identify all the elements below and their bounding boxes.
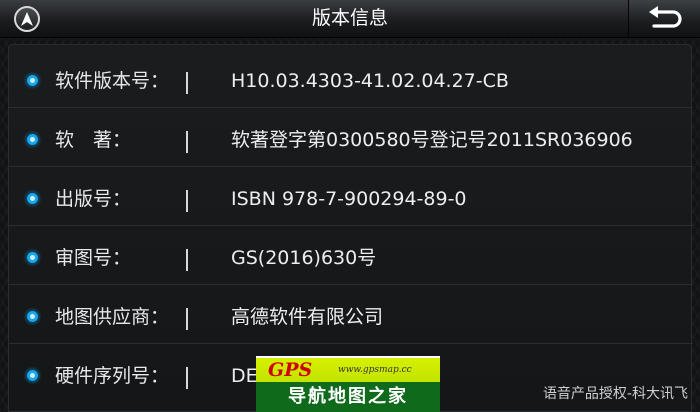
row-map-review-number: 审图号： GS(2016)630号 [9, 227, 693, 285]
row-publication-number: 出版号： ISBN 978-7-900294-89-0 [9, 168, 693, 226]
row-label: 地图供应商： [55, 306, 170, 328]
bullet-icon [27, 252, 38, 263]
bullet-icon [27, 134, 38, 145]
row-map-supplier: 地图供应商： 高德软件有限公司 [9, 286, 693, 344]
page-title: 版本信息 [311, 7, 388, 29]
voice-credit: 语音产品授权-科大讯飞 [542, 386, 688, 402]
row-copyright: 软 著： 软著登字第0300580号登记号2011SR036906 [9, 109, 693, 167]
watermark-site: www.gpsmap.cc [338, 365, 412, 375]
row-divider [186, 131, 188, 153]
row-divider [186, 367, 188, 389]
top-bar: 版本信息 [0, 0, 700, 38]
row-divider [186, 249, 188, 271]
row-label: 硬件序列号： [55, 365, 170, 387]
back-button[interactable] [628, 0, 700, 37]
row-divider [186, 72, 188, 94]
back-arrow-icon [648, 5, 682, 28]
row-divider [186, 190, 188, 212]
row-value: DE [231, 365, 258, 387]
bullet-icon [27, 75, 38, 86]
bullet-icon [27, 193, 38, 204]
watermark-logo: GPS www.gpsmap.cc 导航地图之家 [256, 356, 440, 412]
watermark-band: 导航地图之家 [256, 382, 440, 412]
row-value: 高德软件有限公司 [231, 306, 384, 328]
row-label: 出版号： [55, 188, 132, 210]
row-label: 软件版本号： [55, 70, 170, 92]
version-info-screen: 版本信息 软件版本号： H10.03.4303-41.02.04.27-CB 软… [0, 0, 700, 412]
row-software-version: 软件版本号： H10.03.4303-41.02.04.27-CB [9, 50, 693, 108]
watermark-logo-text: GPS [268, 359, 313, 381]
row-label: 软 著： [55, 129, 132, 151]
row-value: ISBN 978-7-900294-89-0 [231, 188, 467, 210]
row-value: 软著登字第0300580号登记号2011SR036906 [231, 129, 633, 151]
row-label: 审图号： [55, 247, 132, 269]
bullet-icon [27, 311, 38, 322]
row-value: GS(2016)630号 [231, 247, 377, 269]
bullet-icon [27, 370, 38, 381]
row-divider [186, 308, 188, 330]
row-value: H10.03.4303-41.02.04.27-CB [231, 70, 509, 92]
